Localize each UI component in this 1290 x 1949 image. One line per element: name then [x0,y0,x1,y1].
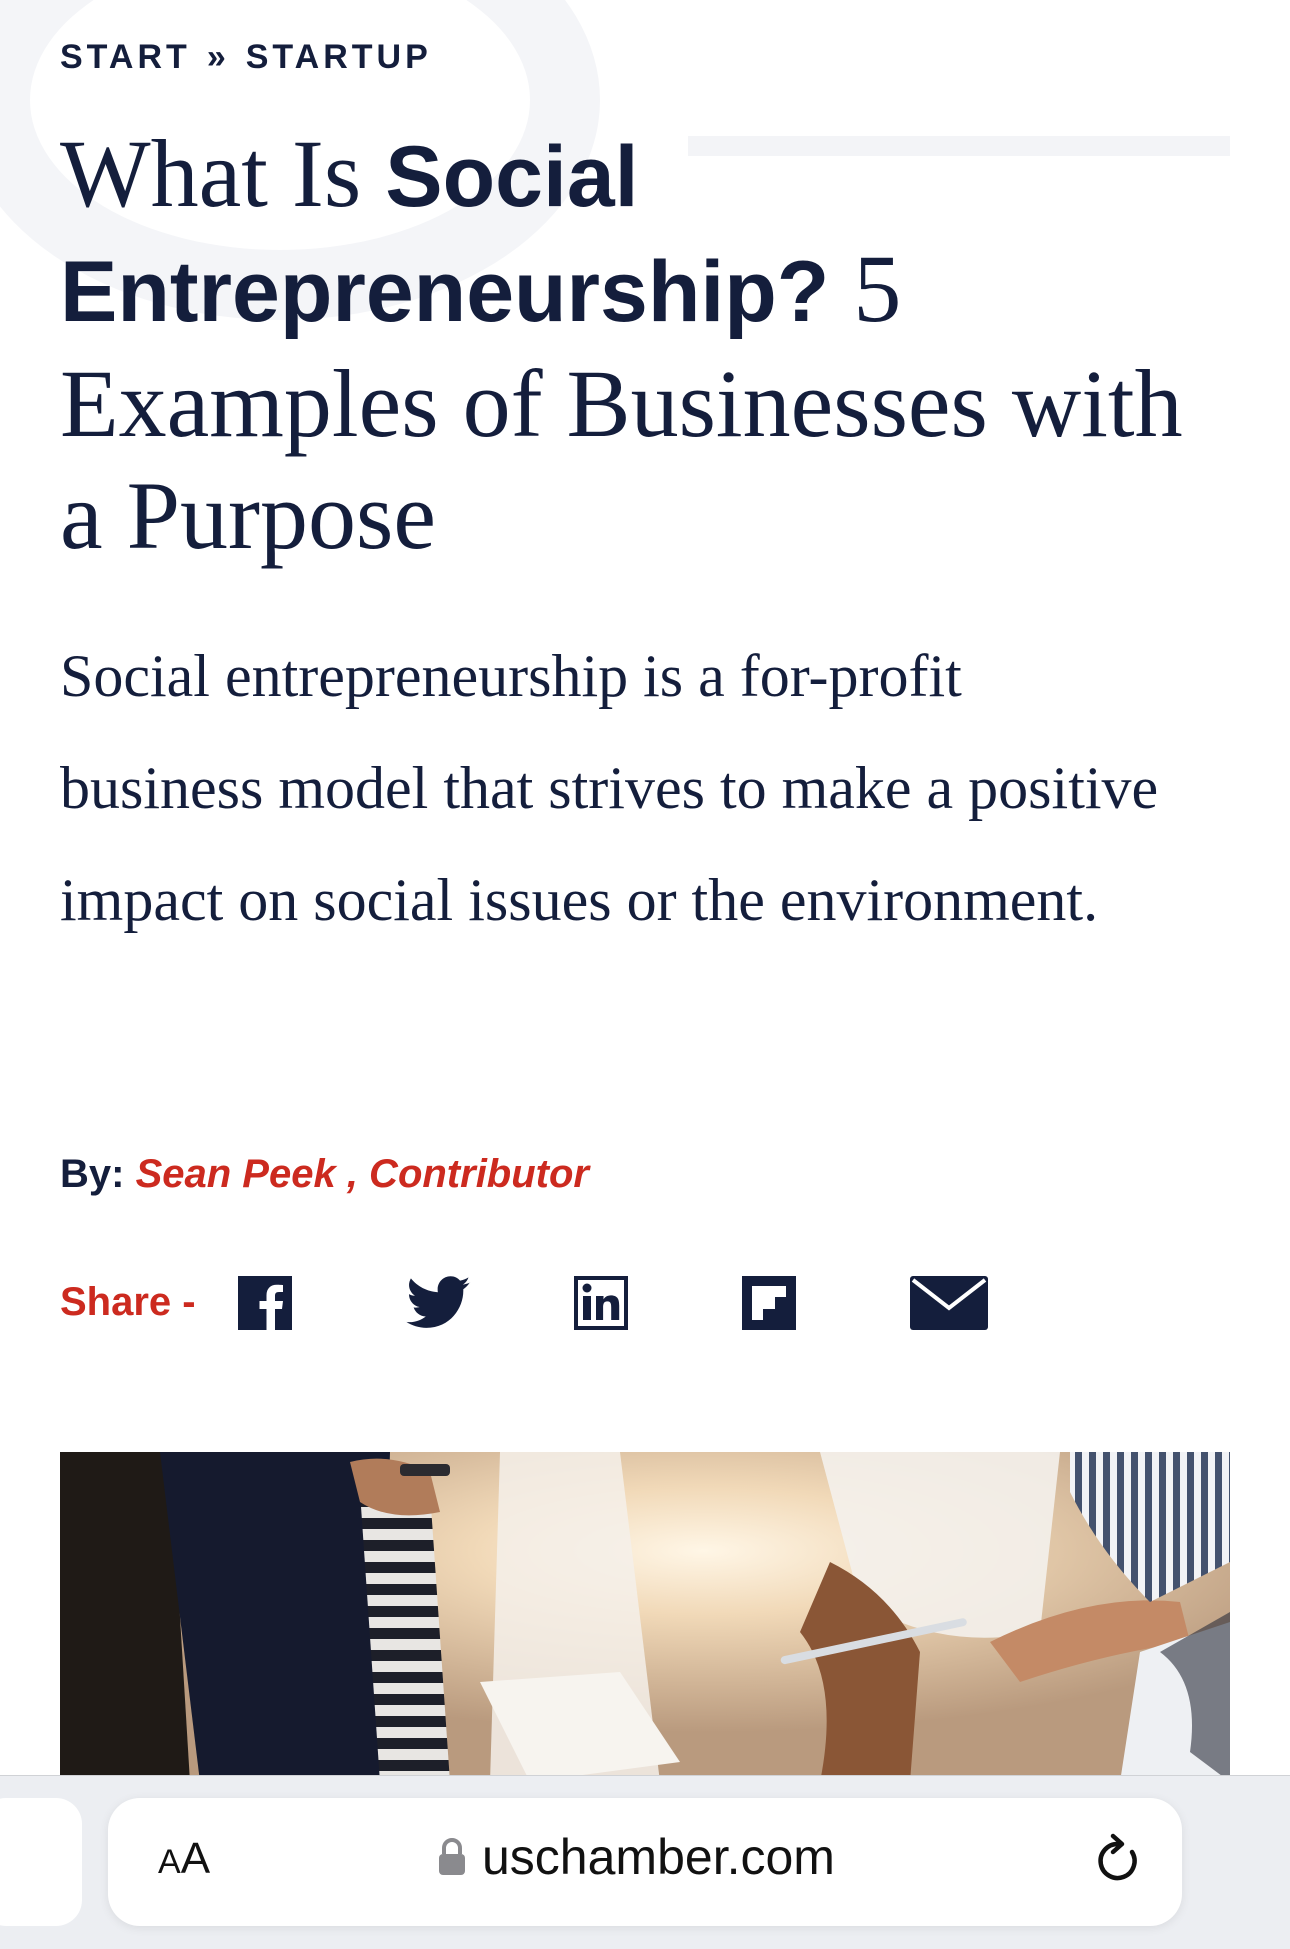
twitter-icon[interactable] [406,1276,472,1330]
facebook-icon[interactable] [238,1276,292,1330]
text-size-small-a: A [158,1843,181,1881]
article-title: What Is Social Entrepreneurship? 5 Examp… [60,118,1230,572]
article-summary: Social entrepreneurship is a for-profit … [60,643,1159,933]
share-bar: Share - [60,1270,226,1334]
url-text: uschamber.com [482,1829,835,1885]
linkedin-icon[interactable] [574,1276,628,1330]
breadcrumb-startup-link[interactable]: STARTUP [246,38,432,77]
share-label: Share - [60,1279,196,1324]
flipboard-icon[interactable] [742,1276,796,1330]
article-hero-image [60,1452,1230,1782]
title-part-1: What Is [60,120,386,227]
text-size-button[interactable]: AA [158,1834,210,1884]
reload-icon[interactable] [1094,1832,1142,1891]
address-bar[interactable]: AA uschamber.com [108,1798,1182,1926]
lock-icon [439,1838,465,1875]
url-display[interactable]: uschamber.com [438,1828,835,1886]
email-icon[interactable] [910,1276,988,1330]
browser-toolbar: AA uschamber.com [0,1775,1290,1949]
byline-label: By: [60,1152,125,1196]
breadcrumb-start-link[interactable]: START [60,38,191,77]
breadcrumb-separator: » [206,38,230,76]
byline: By: Sean Peek , Contributor [60,1152,589,1197]
breadcrumb: START » STARTUP [60,38,432,77]
previous-tab[interactable] [0,1798,82,1926]
author-link[interactable]: Sean Peek , Contributor [136,1152,589,1196]
text-size-large-a: A [180,1834,211,1883]
